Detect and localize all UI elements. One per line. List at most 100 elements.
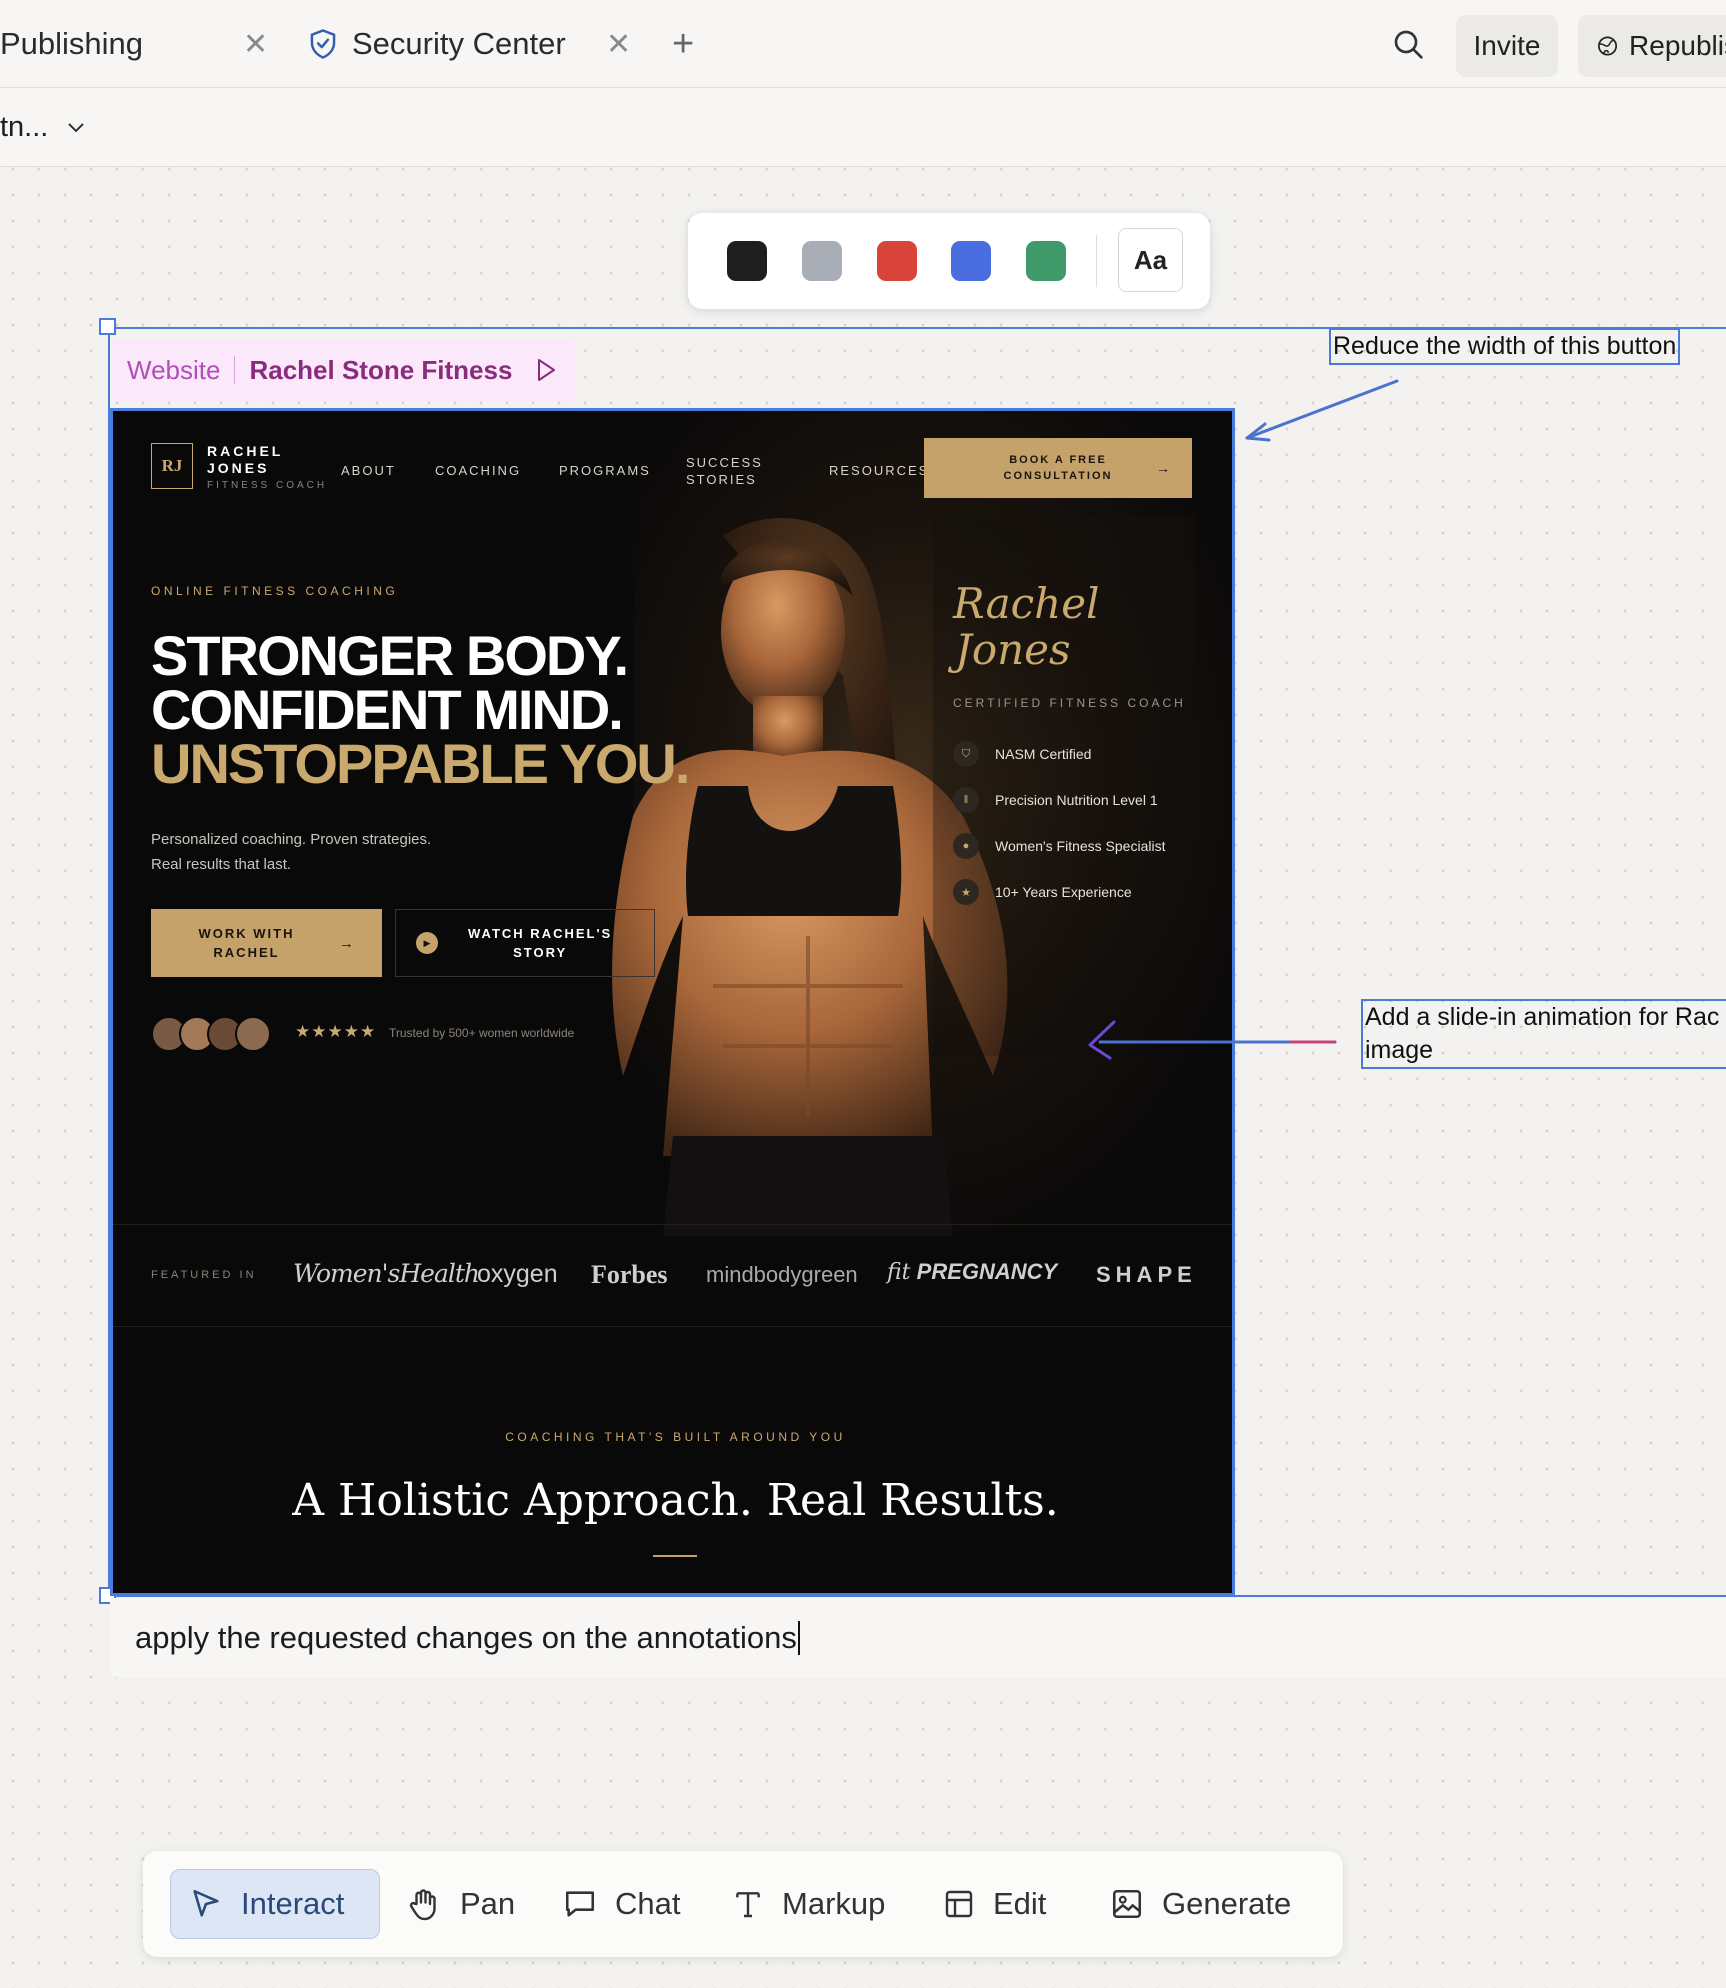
client-avatars [151,1016,271,1052]
tool-label: Edit [993,1886,1047,1921]
annotation-arrow[interactable] [1080,1010,1340,1070]
color-swatch-blue[interactable] [951,241,991,281]
tool-pan[interactable]: Pan [388,1869,533,1939]
chat-bubble-icon [565,1891,595,1917]
hero-headline: STRONGER BODY. CONFIDENT MIND. UNSTOPPAB… [151,624,690,792]
headline-line: STRONGER BODY. [151,624,629,687]
script-line: Jones [955,625,1071,674]
brand-name: RACHEL JONES FITNESS COACH [207,443,327,494]
hand-icon [409,1889,436,1921]
tool-label: Chat [615,1886,681,1921]
featured-strip [113,1224,1232,1327]
logo-oxygen: oxygen [477,1260,558,1288]
cta-line: BOOK A FREE [1009,454,1107,466]
brand-name-line: RACHEL [207,443,284,459]
logo-fit-pregnancy: fit PREGNANCY [887,1259,1057,1285]
shield-icon [310,29,336,59]
color-swatch-black[interactable] [727,241,767,281]
credential-label: Women's Fitness Specialist [995,838,1166,854]
logo-part: PREGNANCY [916,1259,1058,1284]
nav-about[interactable]: ABOUT [341,463,396,478]
cta-label: WORK WITH RACHEL [199,924,295,962]
cta-line: WATCH RACHEL'S [468,926,613,941]
close-icon[interactable]: ✕ [606,27,631,62]
tool-generate[interactable]: Generate [1092,1869,1309,1939]
cta-line: CONSULTATION [1003,470,1113,482]
close-icon[interactable]: ✕ [243,27,268,62]
markup-color-palette: Aa [688,213,1210,309]
prompt-value: apply the requested changes on the annot… [135,1620,797,1655]
plus-icon: + [672,22,695,65]
annotation-line: image [1365,1036,1434,1064]
prompt-input[interactable]: apply the requested changes on the annot… [110,1598,1726,1678]
project-selector[interactable]: tn... [0,111,86,144]
frame-type-label: Website [127,354,221,385]
frame-tag[interactable]: Website Rachel Stone Fitness [112,339,575,401]
project-bar: tn... [0,89,1726,167]
tool-edit[interactable]: Edit [925,1869,1064,1939]
book-consultation-button[interactable]: BOOK A FREE CONSULTATION → [924,438,1192,498]
nav-coaching[interactable]: COACHING [435,463,521,478]
section-eyebrow: COACHING THAT'S BUILT AROUND YOU [505,1430,846,1444]
color-swatch-green[interactable] [1026,241,1066,281]
annotation-text[interactable]: Reduce the width of this button [1329,328,1681,365]
cta-label: WATCH RACHEL'S STORY [468,924,612,962]
section-divider [653,1555,697,1557]
credential-item: ǁ Precision Nutrition Level 1 [953,787,1158,813]
subtext-line: Personalized coaching. Proven strategies… [151,831,432,848]
resize-handle-top-left[interactable] [99,318,116,335]
website-preview[interactable]: RJ RACHEL JONES FITNESS COACH ABOUT COAC… [110,408,1235,1596]
signature-script: Rachel Jones [953,581,1100,673]
person-icon: ● [953,833,979,859]
credential-item: ● Women's Fitness Specialist [953,833,1165,859]
brand-tagline: FITNESS COACH [207,480,328,491]
mode-toolbar: Interact Pan Chat Markup Edit Generate [143,1851,1343,1957]
invite-button[interactable]: Invite [1456,15,1558,77]
color-swatch-gray[interactable] [802,241,842,281]
tab-security-center[interactable]: Security Center ✕ [308,0,638,88]
cta-line: STORY [513,945,568,960]
nav-success-stories[interactable]: SUCCESS STORIES [686,454,763,488]
tab-publishing[interactable]: Publishing ✕ [0,0,280,88]
annotation-text[interactable]: Add a slide-in animation for Rac image [1361,999,1726,1069]
logo-shape: SHAPE [1096,1262,1197,1287]
color-swatch-red[interactable] [877,241,917,281]
republish-button[interactable]: Republis [1578,15,1726,77]
subtext-line: Real results that last. [151,856,292,873]
search-icon[interactable] [1392,28,1424,65]
logo-womens-health: Women'sHealth [293,1259,480,1288]
nav-programs[interactable]: PROGRAMS [559,463,651,478]
new-tab-button[interactable]: + [672,0,694,88]
brand-name-line: JONES [207,460,270,476]
script-line: Rachel [953,579,1100,628]
watch-story-button[interactable]: ▶ WATCH RACHEL'S STORY [395,909,655,977]
section-title: A Holistic Approach. Real Results. [292,1475,1059,1526]
tab-label: Security Center [352,26,566,61]
cta-line: RACHEL [213,945,280,960]
cta-label: BOOK A FREE CONSULTATION [1004,452,1113,484]
layout-icon [945,1890,973,1918]
tool-chat[interactable]: Chat [545,1869,698,1939]
tool-interact[interactable]: Interact [170,1869,380,1939]
work-with-rachel-button[interactable]: WORK WITH RACHEL → [151,909,382,977]
featured-label: FEATURED IN [151,1269,257,1281]
cta-line: WORK WITH [198,926,295,941]
text-style-button[interactable]: Aa [1118,228,1183,292]
logo-mindbodygreen: mindbodygreen [706,1262,858,1287]
hero-subtext: Personalized coaching. Proven strategies… [151,827,431,877]
annotation-line: Add a slide-in animation for Rac [1365,1003,1720,1031]
frame-name-label: Rachel Stone Fitness [249,354,513,385]
credential-label: NASM Certified [995,746,1092,762]
tool-label: Pan [460,1886,516,1921]
tool-label: Markup [782,1886,886,1921]
annotation-arrow[interactable] [1235,376,1405,446]
brand-monogram[interactable]: RJ [151,443,193,489]
nav-label: SUCCESS [686,455,763,470]
tab-bar: Publishing ✕ Security Center ✕ + Invite … [0,0,1726,88]
hero-eyebrow: ONLINE FITNESS COACHING [151,584,399,598]
nav-resources[interactable]: RESOURCES [829,463,929,478]
trust-text: Trusted by 500+ women worldwide [389,1026,575,1040]
play-icon[interactable] [534,357,558,383]
credential-item: ★ 10+ Years Experience [953,879,1132,905]
tool-markup[interactable]: Markup [714,1869,903,1939]
